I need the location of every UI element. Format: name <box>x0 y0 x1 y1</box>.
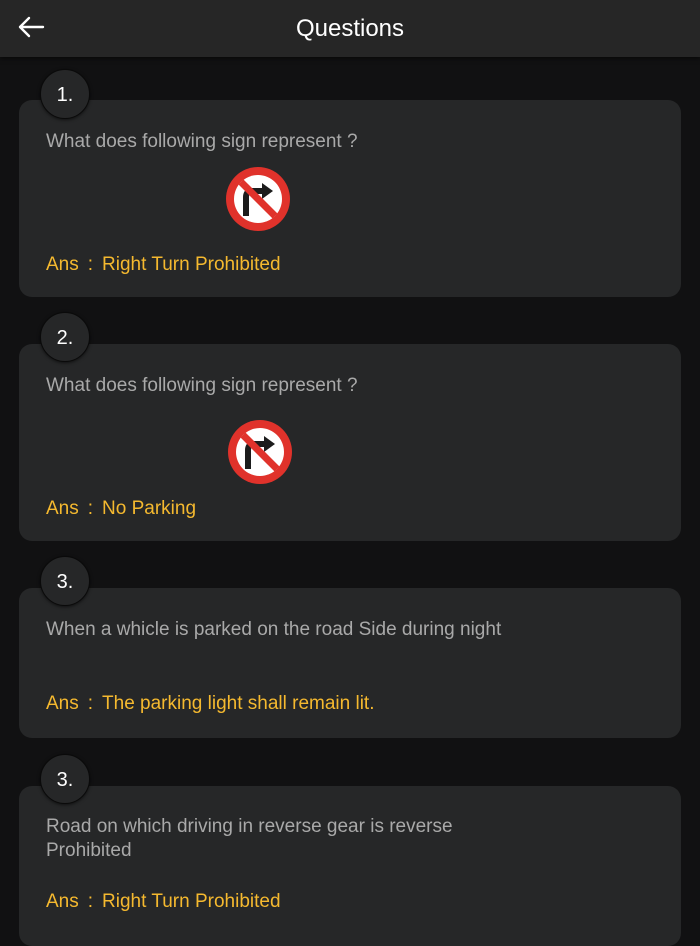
question-number-badge: 3. <box>40 556 90 606</box>
page-title: Questions <box>295 15 405 42</box>
answer-label: Ans <box>46 498 79 519</box>
answer-label: Ans <box>46 891 79 912</box>
answer-line: Ans: No Parking <box>46 497 196 521</box>
question-text: What does following sign represent ? <box>46 375 358 396</box>
answer-text: The parking light shall remain lit. <box>102 693 375 714</box>
question-text: Road on which driving in reverse gear is… <box>46 816 453 861</box>
no-right-turn-sign-icon <box>226 167 290 231</box>
answer-separator: : <box>87 498 94 519</box>
question-card <box>19 786 681 946</box>
answer-label: Ans <box>46 254 79 275</box>
answer-line: Ans: The parking light shall remain lit. <box>46 692 375 716</box>
answer-separator: : <box>87 891 94 912</box>
answer-label: Ans <box>46 693 79 714</box>
app-bar: Questions <box>0 0 700 57</box>
question-text: When a whicle is parked on the road Side… <box>46 619 502 640</box>
answer-separator: : <box>87 693 94 714</box>
answer-line: Ans: Right Turn Prohibited <box>46 890 281 914</box>
answer-text: No Parking <box>102 498 197 519</box>
answer-separator: : <box>87 254 94 275</box>
answer-line: Ans: Right Turn Prohibited <box>46 253 281 277</box>
answer-text: Right Turn Prohibited <box>102 254 281 275</box>
question-number-badge: 2. <box>40 312 90 362</box>
answer-text: Right Turn Prohibited <box>102 891 281 912</box>
no-right-turn-sign-icon <box>228 420 292 484</box>
question-text: What does following sign represent ? <box>46 131 358 152</box>
question-number-badge: 3. <box>40 754 90 804</box>
question-number-badge: 1. <box>40 69 90 119</box>
